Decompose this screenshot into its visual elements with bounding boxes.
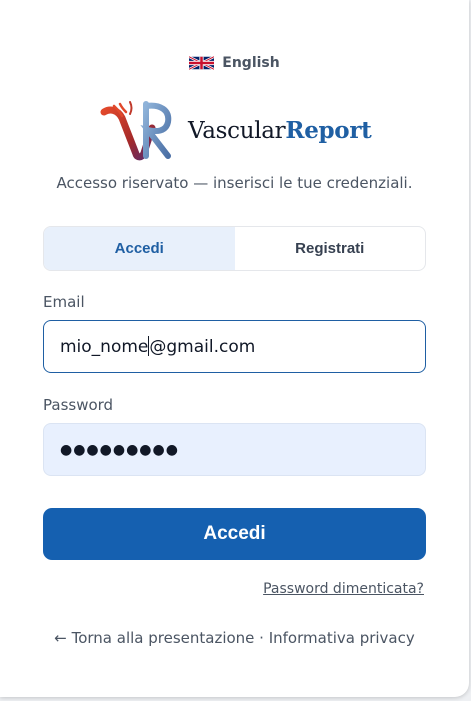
login-button[interactable]: Accedi xyxy=(43,508,426,560)
brand: VascularReport xyxy=(100,98,372,162)
email-field[interactable]: mio_nome @gmail.com xyxy=(43,320,426,373)
vascular-logo-icon xyxy=(100,101,172,161)
tab-accedi[interactable]: Accedi xyxy=(44,227,235,270)
uk-flag-icon xyxy=(189,55,215,71)
brand-name-part1: Vascular xyxy=(188,117,286,144)
login-card: English VascularReport Accesso riservato xyxy=(0,0,469,697)
language-label: English xyxy=(222,55,280,71)
footer-links: ← Torna alla presentazione · Informativa… xyxy=(0,629,469,647)
subtitle: Accesso riservato — inserisci le tue cre… xyxy=(56,174,413,192)
password-mask: ●●●●●●●●● xyxy=(60,441,179,458)
password-label: Password xyxy=(43,396,114,414)
password-field[interactable]: ●●●●●●●●● xyxy=(43,423,426,476)
back-to-presentation-link[interactable]: ← Torna alla presentazione xyxy=(54,629,254,647)
email-label: Email xyxy=(43,293,85,311)
footer-separator: · xyxy=(254,629,269,647)
email-value-part2: @gmail.com xyxy=(149,336,256,357)
forgot-password-link[interactable]: Password dimenticata? xyxy=(263,581,424,597)
auth-tabs: Accedi Registrati xyxy=(43,226,426,271)
email-value-part1: mio_nome xyxy=(60,336,149,357)
tab-registrati[interactable]: Registrati xyxy=(235,227,426,270)
brand-name: VascularReport xyxy=(188,117,372,144)
language-switcher[interactable]: English xyxy=(0,55,469,71)
privacy-link[interactable]: Informativa privacy xyxy=(269,629,415,647)
brand-name-part2: Report xyxy=(285,116,372,144)
